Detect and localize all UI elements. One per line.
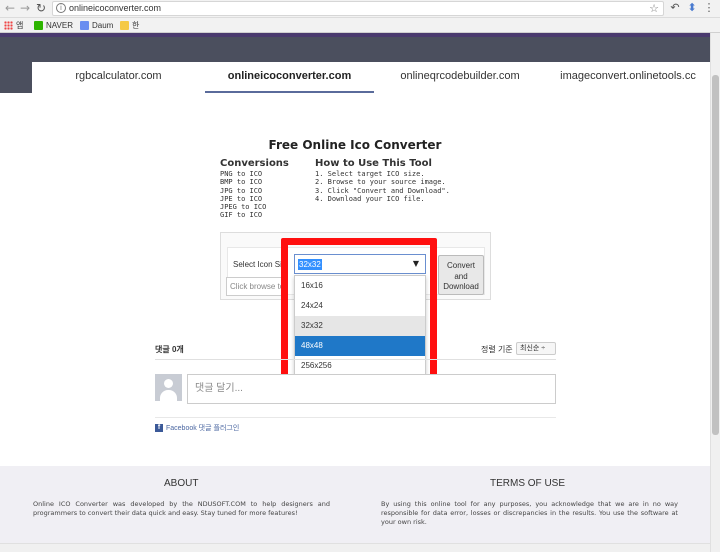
- howto-section: How to Use This Tool 1. Select target IC…: [315, 158, 450, 203]
- folder-icon: [120, 21, 129, 30]
- howto-step: 2. Browse to your source image.: [315, 178, 446, 187]
- translate-icon[interactable]: ⬍: [685, 1, 699, 15]
- apps-icon: [4, 21, 13, 30]
- tab-rgbcalculator[interactable]: rgbcalculator.com: [32, 62, 205, 93]
- divider: [155, 417, 556, 418]
- file-browse-input[interactable]: Click browse to: [226, 277, 286, 296]
- conversions-section: Conversions PNG to ICO BMP to ICO JPG to…: [220, 158, 289, 220]
- page-title: Free Online Ico Converter: [268, 138, 442, 152]
- bookmarks-bar: 앱 NAVER Daum 한: [0, 18, 720, 33]
- tab-onlineqrcodebuilder[interactable]: onlineqrcodebuilder.com: [374, 62, 546, 93]
- bookmark-label: 앱: [16, 21, 24, 30]
- divider: [155, 359, 556, 360]
- forward-icon[interactable]: →: [18, 1, 32, 15]
- facebook-icon: f: [155, 424, 163, 432]
- bookmark-star-icon[interactable]: ☆: [649, 2, 659, 15]
- conversion-item: JPEG to ICO: [220, 203, 267, 212]
- convert-label: Download: [443, 282, 479, 291]
- facebook-plugin-link[interactable]: f Facebook 댓글 플러그인: [155, 423, 239, 433]
- bookmark-daum[interactable]: Daum: [80, 20, 113, 31]
- info-icon[interactable]: i: [56, 3, 66, 13]
- bookmark-label: 한: [132, 21, 140, 30]
- conversions-heading: Conversions: [220, 158, 289, 169]
- conversion-item: JPG to ICO: [220, 186, 263, 195]
- icon-size-select[interactable]: 32x32 ▼: [294, 254, 426, 274]
- convert-label: Convert: [446, 261, 475, 270]
- bookmark-apps[interactable]: 앱: [4, 20, 23, 31]
- howto-step: 4. Download your ICO file.: [315, 194, 425, 203]
- bookmark-folder[interactable]: 한: [120, 20, 139, 31]
- icon-size-dropdown: 16x16 24x24 32x32 48x48 256x256: [294, 275, 426, 375]
- tab-onlineicoconverter[interactable]: onlineicoconverter.com: [205, 62, 374, 93]
- menu-icon[interactable]: ⋮: [702, 1, 716, 15]
- daum-icon: [80, 21, 89, 30]
- plugin-label: Facebook 댓글 플러그인: [166, 425, 240, 432]
- tab-imageconvert[interactable]: imageconvert.onlinetools.cc: [546, 62, 710, 93]
- convert-label: and: [454, 271, 468, 281]
- address-url: onlineicoconverter.com: [69, 3, 162, 13]
- bookmark-naver[interactable]: NAVER: [34, 20, 73, 31]
- option-48x48[interactable]: 48x48: [295, 336, 425, 356]
- option-24x24[interactable]: 24x24: [295, 296, 425, 316]
- horizontal-scrollbar[interactable]: [0, 543, 710, 552]
- howto-step: 1. Select target ICO size.: [315, 170, 425, 178]
- sort-label: 정렬 기준: [481, 345, 513, 354]
- avatar-head: [164, 379, 173, 388]
- howto-heading: How to Use This Tool: [315, 158, 432, 169]
- conversion-item: BMP to ICO: [220, 178, 263, 187]
- select-current-value: 32x32: [298, 259, 322, 270]
- terms-heading: TERMS OF USE: [490, 478, 566, 489]
- sort-select[interactable]: 최신순 ÷: [516, 342, 556, 355]
- avatar-body: [160, 390, 177, 401]
- scrollbar-thumb[interactable]: [712, 75, 719, 435]
- chevron-down-icon: ▼: [412, 259, 419, 268]
- site-nav-tabs: rgbcalculator.com onlineicoconverter.com…: [32, 62, 710, 93]
- about-heading: ABOUT: [164, 478, 199, 489]
- address-bar[interactable]: i onlineicoconverter.com ☆: [52, 1, 664, 16]
- bookmark-label: NAVER: [46, 21, 73, 30]
- about-text: Online ICO Converter was developed by th…: [33, 500, 330, 517]
- bookmark-label: Daum: [92, 21, 114, 30]
- comment-input[interactable]: 댓글 달기...: [187, 374, 556, 404]
- conversion-item: GIF to ICO: [220, 211, 263, 220]
- howto-step: 3. Click "Convert and Download".: [315, 186, 450, 195]
- option-32x32[interactable]: 32x32: [295, 316, 425, 336]
- back-icon[interactable]: ←: [3, 1, 17, 15]
- extension-back-icon[interactable]: ↶: [668, 1, 682, 15]
- terms-text: By using this online tool for any purpos…: [381, 500, 678, 526]
- avatar: [155, 374, 182, 401]
- option-16x16[interactable]: 16x16: [295, 276, 425, 296]
- conversion-item: PNG to ICO: [220, 170, 263, 178]
- comments-count: 댓글 0개: [155, 345, 184, 354]
- convert-download-button[interactable]: Convert and Download: [438, 255, 484, 295]
- select-icon-size-label: Select Icon Si: [233, 260, 282, 269]
- reload-icon[interactable]: ↻: [34, 1, 48, 15]
- conversion-item: JPE to ICO: [220, 194, 263, 203]
- vertical-scrollbar[interactable]: [710, 33, 720, 552]
- browser-toolbar: ← → ↻ i onlineicoconverter.com ☆ ↶ ⬍ ⋮: [0, 0, 720, 18]
- naver-icon: [34, 21, 43, 30]
